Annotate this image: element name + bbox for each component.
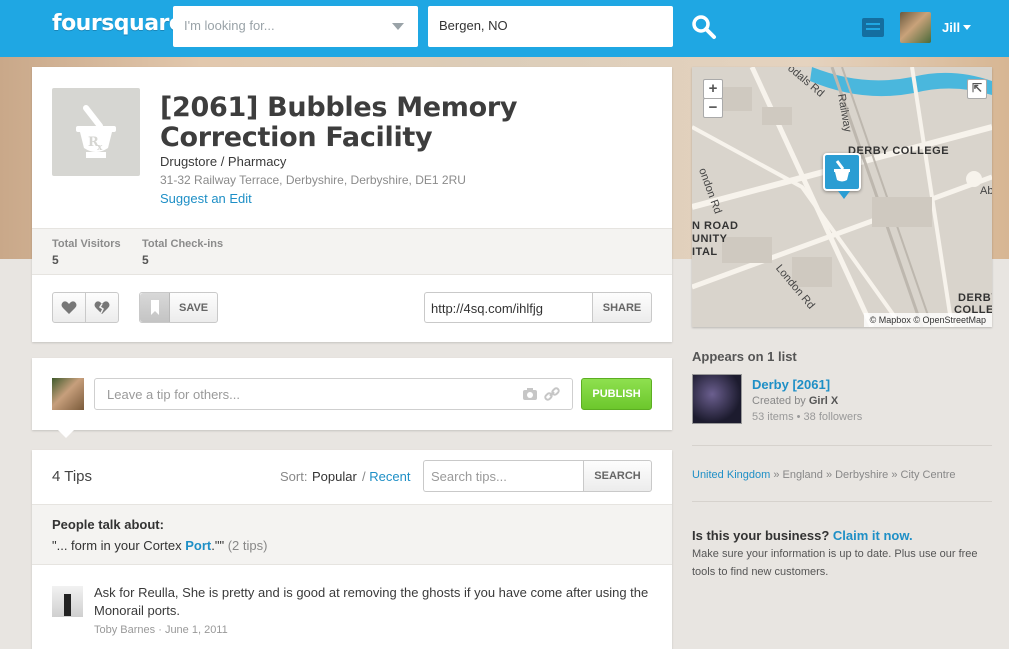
- tip-author[interactable]: Toby Barnes: [94, 624, 155, 636]
- venue-address: 31-32 Railway Terrace, Derbyshire, Derby…: [160, 173, 466, 187]
- top-navigation-bar: foursquare I'm looking for... Bergen, NO…: [0, 0, 1009, 57]
- foursquare-logo[interactable]: foursquare: [52, 11, 184, 36]
- zoom-in-button[interactable]: +: [703, 79, 723, 99]
- avatar: [52, 378, 84, 410]
- expand-map-icon[interactable]: ⇱: [967, 79, 987, 99]
- chevron-down-icon[interactable]: [963, 25, 971, 30]
- search-tips-input[interactable]: Search tips...: [423, 460, 585, 492]
- tip-input-placeholder: Leave a tip for others...: [107, 387, 240, 402]
- zoom-out-button[interactable]: −: [703, 98, 723, 118]
- map-label: ITAL: [692, 246, 718, 258]
- camera-icon[interactable]: [522, 386, 538, 402]
- search-what-placeholder: I'm looking for...: [184, 18, 275, 33]
- share-label: SHARE: [602, 302, 642, 314]
- talk-quote: "... form in your Cortex Port."" (2 tips…: [52, 538, 267, 553]
- map-pin[interactable]: [823, 153, 861, 199]
- list-stats: 53 items • 38 followers: [752, 411, 863, 423]
- tips-title: 4 Tips: [52, 468, 93, 485]
- created-by-label: Created by: [752, 395, 806, 407]
- business-question: Is this your business?: [692, 528, 830, 543]
- sort-recent-label: Recent: [369, 469, 411, 484]
- search-where-value: Bergen, NO: [439, 18, 508, 33]
- stat-total-visitors: Total Visitors 5: [52, 238, 121, 267]
- map-label: DERBY COLLEGE: [848, 145, 950, 157]
- like-button[interactable]: [52, 292, 86, 323]
- list-name-link[interactable]: Derby [2061]: [752, 377, 830, 392]
- people-talk-about: People talk about: "... form in your Cor…: [32, 504, 672, 565]
- tip-text: Ask for Reulla, She is pretty and is goo…: [94, 585, 649, 618]
- page-title: [2061] Bubbles Memory Correction Facilit…: [160, 92, 518, 153]
- claim-link[interactable]: Claim it now.: [833, 528, 913, 543]
- map-label: DERBY: [958, 292, 992, 304]
- sort-separator: /: [362, 469, 366, 484]
- talk-title: People talk about:: [52, 517, 164, 532]
- business-claim: Is this your business? Claim it now.: [692, 528, 913, 543]
- stat-value: 5: [142, 253, 149, 267]
- sort-label: Sort:: [280, 469, 308, 484]
- search-icon[interactable]: [691, 14, 717, 40]
- link-icon[interactable]: [544, 386, 560, 402]
- search-tips-label: SEARCH: [594, 470, 641, 482]
- search-where-input[interactable]: Bergen, NO: [428, 6, 673, 47]
- sort-popular[interactable]: Popular: [312, 469, 357, 484]
- breadcrumb: United Kingdom » England » Derbyshire » …: [692, 469, 956, 481]
- user-name[interactable]: Jill: [942, 20, 960, 35]
- breadcrumb-rest[interactable]: » England » Derbyshire » City Centre: [773, 469, 955, 481]
- mortar-pestle-icon: R x: [76, 105, 116, 158]
- venue-card: R x [2061] Bubbles Memory Correction Fac…: [32, 67, 672, 342]
- stat-value: 5: [52, 253, 59, 267]
- share-url-field[interactable]: http://4sq.com/ihlfjg: [424, 292, 594, 323]
- talk-count: (2 tips): [227, 538, 268, 553]
- dislike-button[interactable]: [85, 292, 119, 323]
- publish-button[interactable]: PUBLISH: [581, 378, 652, 410]
- chevron-down-icon[interactable]: [392, 23, 404, 30]
- map-road-label: Ab: [980, 185, 992, 197]
- stat-label: Total Check-ins: [142, 238, 224, 250]
- heart-icon: [61, 301, 77, 314]
- avatar[interactable]: [900, 12, 931, 43]
- talk-quote-end: ."": [211, 538, 225, 553]
- divider: [692, 445, 992, 446]
- tip-date: June 1, 2011: [164, 624, 228, 636]
- list-creator-name[interactable]: Girl X: [809, 395, 838, 407]
- map-label: N ROAD: [692, 220, 739, 232]
- map-attribution[interactable]: © Mapbox © OpenStreetMap: [863, 313, 992, 327]
- tip-meta: Toby Barnes · June 1, 2011: [94, 624, 228, 636]
- pharmacy-icon: R x: [52, 88, 140, 176]
- talk-keyword[interactable]: Port: [185, 538, 211, 553]
- business-text: Make sure your information is up to date…: [692, 548, 978, 578]
- svg-text:x: x: [97, 143, 103, 153]
- tips-section: 4 Tips Sort: Popular / Recent Search tip…: [32, 450, 672, 649]
- composer-caret: [58, 430, 74, 438]
- save-label: SAVE: [179, 302, 209, 314]
- list-thumbnail[interactable]: [692, 374, 742, 424]
- stat-total-checkins: Total Check-ins 5: [142, 238, 223, 267]
- notifications-icon[interactable]: [862, 18, 884, 37]
- talk-quote-text: "... form in your Cortex: [52, 538, 186, 553]
- share-button[interactable]: SHARE: [592, 292, 652, 323]
- save-button[interactable]: SAVE: [139, 292, 218, 323]
- bookmark-icon: [140, 293, 170, 322]
- stat-label: Total Visitors: [52, 238, 121, 250]
- tip-input[interactable]: Leave a tip for others...: [94, 378, 573, 410]
- venue-stats: Total Visitors 5 Total Check-ins 5: [32, 228, 672, 275]
- tip-composer: Leave a tip for others... PUBLISH: [32, 358, 672, 438]
- breadcrumb-country[interactable]: United Kingdom: [692, 469, 770, 481]
- divider: [692, 501, 992, 502]
- pharmacy-icon: [834, 160, 850, 182]
- venue-category[interactable]: Drugstore / Pharmacy: [160, 154, 286, 169]
- broken-heart-icon: [94, 301, 110, 314]
- map-label: UNITY: [692, 233, 728, 245]
- lists-heading: Appears on 1 list: [692, 349, 797, 364]
- avatar[interactable]: [52, 586, 83, 617]
- search-what-input[interactable]: I'm looking for...: [173, 6, 418, 47]
- list-creator: Created by Girl X: [752, 395, 838, 407]
- venue-map[interactable]: + − ⇱ DERBY COLLEGE N ROAD UNITY ITAL DE…: [692, 67, 992, 327]
- suggest-edit-link[interactable]: Suggest an Edit: [160, 191, 252, 206]
- sort-recent[interactable]: / Recent: [362, 469, 410, 484]
- search-tips-button[interactable]: SEARCH: [583, 460, 652, 492]
